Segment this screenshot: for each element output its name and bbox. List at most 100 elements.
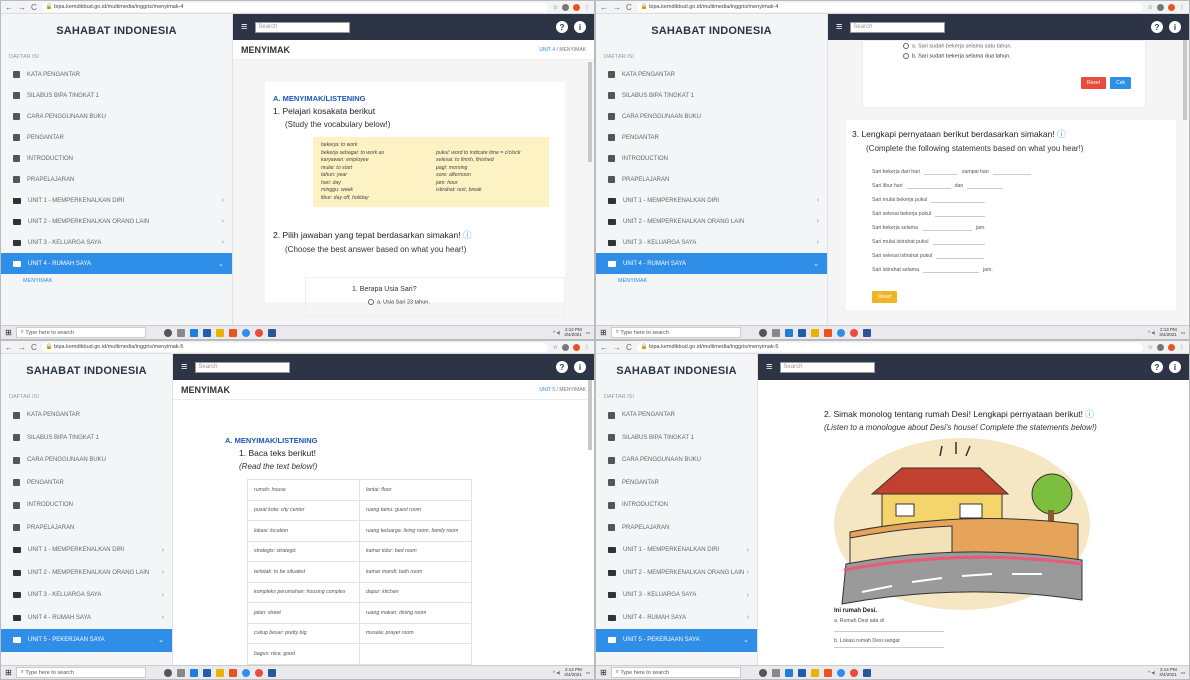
answer-option[interactable]: a. Sari sudah bekerja selama satu tahun. [903,43,1145,49]
store-icon[interactable] [202,668,211,677]
address-bar[interactable]: 🔒 bipa.kemdikbud.go.id/multimedia/inggri… [41,342,548,352]
star-icon[interactable]: ☆ [1148,344,1153,351]
sidebar-item-kata-pengantar[interactable]: KATA PENGANTAR [596,64,827,85]
forward-icon[interactable]: → [613,343,621,352]
breadcrumb-unit[interactable]: UNIT 4 [539,47,555,53]
hamburger-icon[interactable]: ≡ [766,361,772,373]
extension-icon[interactable] [1157,343,1164,351]
sidebar-item-unit2[interactable]: UNIT 2 - MEMPERKENALKAN ORANG LAIN › [1,562,172,585]
radio-button[interactable] [368,299,374,305]
windows-start-icon[interactable]: ⊞ [5,328,12,337]
profile-icon[interactable] [573,343,580,351]
network-icon[interactable]: ^ ◂) [553,670,560,676]
address-bar[interactable]: 🔒 bipa.kemdikbud.go.id/multimedia/inggri… [41,2,548,12]
edge-icon[interactable] [189,668,198,677]
notification-icon[interactable]: ▭ [586,330,590,336]
sidebar-item-silabus[interactable]: SILABUS BIPA TINGKAT 1 [1,427,172,450]
sidebar-item-unit2[interactable]: UNIT 2 - MEMPERKENALKAN ORANG LAIN › [596,562,757,585]
blank-field[interactable] [923,266,979,273]
address-bar[interactable]: 🔒 bipa.kemdikbud.go.id/multimedia/inggri… [636,2,1143,12]
sidebar-item-unit1[interactable]: UNIT 1 - MEMPERKENALKAN DIRI › [596,539,757,562]
opera-icon[interactable] [254,328,263,337]
blank-field[interactable] [931,196,986,203]
sidebar-item-pengantar[interactable]: PENGANTAR [1,127,232,148]
sidebar-item-prapelajaran[interactable]: PRAPELAJARAN [596,169,827,190]
sidebar-item-unit1[interactable]: UNIT 1 - MEMPERKENALKAN DIRI › [1,539,172,562]
menu-kebab-icon[interactable]: ⋮ [1179,344,1185,351]
blank-field[interactable] [992,168,1031,175]
network-icon[interactable]: ^ ◂) [1148,670,1155,676]
sidebar-item-cara-penggunaan[interactable]: CARA PENGGUNAAN BUKU [1,106,232,127]
app-icon[interactable] [823,668,832,677]
file-explorer-icon[interactable] [215,668,224,677]
hamburger-icon[interactable]: ≡ [836,21,842,33]
sidebar-item-silabus[interactable]: SILABUS BIPA TINGKAT 1 [1,85,232,106]
sidebar-item-silabus[interactable]: SILABUS BIPA TINGKAT 1 [596,85,827,106]
task-view-icon[interactable] [771,668,780,677]
clock[interactable]: 2:14 PM 3/4/2021 [1159,667,1177,678]
hamburger-icon[interactable]: ≡ [181,361,187,373]
audio-info-icon[interactable]: ⓘ [1085,409,1094,419]
sidebar-item-prapelajaran[interactable]: PRAPELAJARAN [1,517,172,540]
extension-icon[interactable] [1157,3,1164,11]
notification-icon[interactable]: ▭ [1181,330,1185,336]
extension-icon[interactable] [562,343,569,351]
taskbar-search[interactable]: ⌕ Type here to search [610,667,741,678]
file-explorer-icon[interactable] [810,328,819,337]
profile-icon[interactable] [1168,3,1175,11]
sidebar-item-unit4[interactable]: UNIT 4 - RUMAH SAYA ⌄ [596,253,827,274]
network-icon[interactable]: ^ ◂) [553,330,560,336]
app-icon[interactable] [823,328,832,337]
back-icon[interactable]: ← [5,3,13,12]
sidebar-item-cara-penggunaan[interactable]: CARA PENGGUNAAN BUKU [596,449,757,472]
blank-field[interactable] [935,210,986,217]
file-explorer-icon[interactable] [215,328,224,337]
sidebar-item-pengantar[interactable]: PENGANTAR [596,127,827,148]
word-icon[interactable] [267,328,276,337]
breadcrumb-unit[interactable]: UNIT 5 [539,387,555,393]
sidebar-subitem-menyimak[interactable]: MENYIMAK [1,274,232,284]
star-icon[interactable]: ☆ [553,4,558,11]
reload-icon[interactable]: C [626,343,632,352]
clock[interactable]: 2:13 PM 3/4/2021 [1159,327,1177,338]
cortana-icon[interactable] [163,668,172,677]
back-icon[interactable]: ← [600,3,608,12]
cortana-icon[interactable] [163,328,172,337]
edge-icon[interactable] [189,328,198,337]
sidebar-item-introduction[interactable]: INTRODUCTION [596,494,757,517]
blank-field[interactable] [932,238,985,245]
radio-button[interactable] [903,53,909,60]
sidebar-item-unit4[interactable]: UNIT 4 - RUMAH SAYA › [596,607,757,630]
profile-icon[interactable] [1168,343,1175,351]
blank-field[interactable] [967,182,1004,189]
sidebar-item-unit1[interactable]: UNIT 1 - MEMPERKENALKAN DIRI › [596,190,827,211]
sidebar-item-unit1[interactable]: UNIT 1 - MEMPERKENALKAN DIRI › [1,190,232,211]
store-icon[interactable] [797,328,806,337]
help-icon[interactable]: ? [556,361,568,373]
notification-icon[interactable]: ▭ [586,670,590,676]
store-icon[interactable] [202,328,211,337]
clock[interactable]: 2:14 PM 3/4/2021 [564,667,582,678]
taskbar-search[interactable]: ⌕ Type here to search [610,327,741,338]
sidebar-item-kata-pengantar[interactable]: KATA PENGANTAR [1,64,232,85]
info-icon[interactable]: i [574,21,586,33]
radio-button[interactable] [903,43,909,49]
cortana-icon[interactable] [758,328,767,337]
sidebar-item-unit3[interactable]: UNIT 3 - KELUARGA SAYA › [596,232,827,253]
search-input[interactable]: Search [195,361,291,373]
sidebar-item-unit3[interactable]: UNIT 3 - KELUARGA SAYA › [596,584,757,607]
sidebar-item-prapelajaran[interactable]: PRAPELAJARAN [1,169,232,190]
windows-start-icon[interactable]: ⊞ [600,328,607,337]
chrome-icon[interactable] [241,328,250,337]
sidebar-item-unit3[interactable]: UNIT 3 - KELUARGA SAYA › [1,584,172,607]
info-icon[interactable]: i [1169,21,1181,33]
menu-kebab-icon[interactable]: ⋮ [584,4,590,11]
file-explorer-icon[interactable] [810,668,819,677]
sidebar-item-introduction[interactable]: INTRODUCTION [1,494,172,517]
word-icon[interactable] [267,668,276,677]
word-icon[interactable] [862,668,871,677]
star-icon[interactable]: ☆ [1148,4,1153,11]
chrome-icon[interactable] [836,328,845,337]
sidebar-item-pengantar[interactable]: PENGANTAR [1,472,172,495]
search-input[interactable]: Search [850,21,946,33]
